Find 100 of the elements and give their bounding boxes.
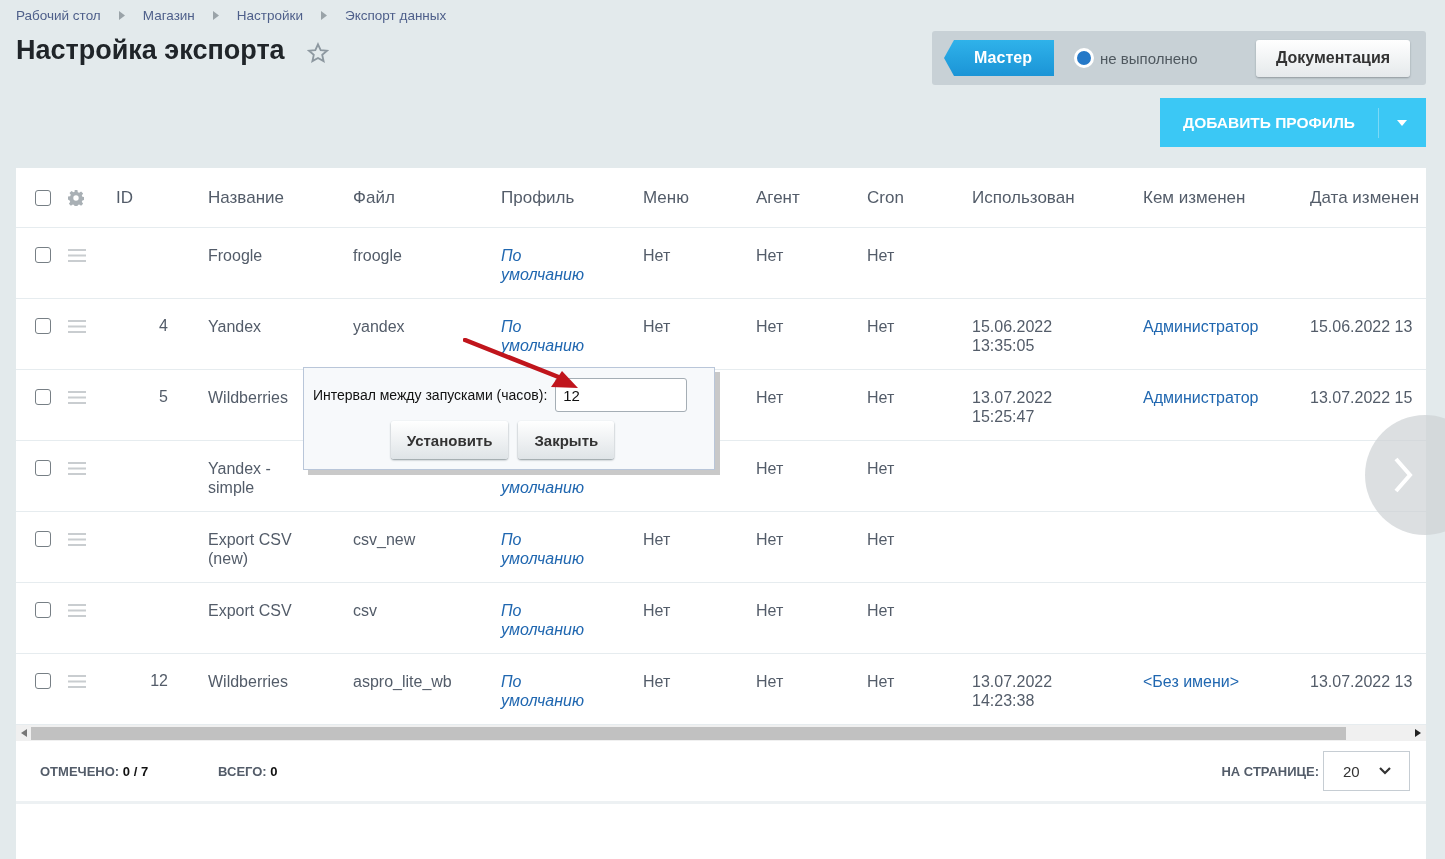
date-cell: 13.07.2022 13 — [1310, 673, 1413, 690]
table-cell: Нет — [867, 460, 895, 477]
column-header[interactable]: Профиль — [501, 187, 643, 208]
column-header[interactable]: Агент — [756, 187, 867, 208]
column-header[interactable]: Cron — [867, 187, 972, 208]
horizontal-scrollbar[interactable] — [16, 725, 1426, 741]
file-cell: aspro_lite_wb — [353, 673, 452, 690]
column-header[interactable]: Файл — [353, 187, 501, 208]
row-checkbox[interactable] — [35, 673, 51, 689]
menu-icon[interactable] — [68, 462, 86, 475]
breadcrumb-link[interactable]: Экспорт данных — [345, 8, 447, 23]
column-header[interactable]: Дата изменен — [1310, 187, 1426, 208]
breadcrumb-link[interactable]: Рабочий стол — [16, 8, 101, 23]
status-text: не выполнено — [1100, 49, 1198, 67]
table-cell: Нет — [867, 602, 895, 619]
chevron-right-icon — [1393, 457, 1413, 493]
row-checkbox[interactable] — [35, 460, 51, 476]
date-cell-text: 15.06.2022 13:35:05 — [972, 317, 1054, 355]
row-checkbox[interactable] — [35, 247, 51, 263]
profile-link[interactable]: По умолчанию — [501, 246, 593, 284]
close-button[interactable]: Закрыть — [518, 421, 615, 459]
row-checkbox[interactable] — [35, 389, 51, 405]
name-cell: Yandex — [208, 317, 262, 336]
chevron-down-icon — [1379, 767, 1391, 775]
name-cell: Wildberries — [208, 672, 288, 691]
interval-label: Интервал между запусками (часов): — [313, 387, 548, 403]
table-cell: Нет — [756, 247, 784, 264]
scroll-left-icon[interactable] — [21, 729, 27, 737]
table-cell: Нет — [756, 460, 784, 477]
menu-icon[interactable] — [68, 604, 86, 617]
table-cell: Нет — [643, 318, 671, 335]
table-cell: Нет — [756, 602, 784, 619]
page-title: Настройка экспорта — [16, 35, 285, 66]
table-cell: Нет — [867, 389, 895, 406]
date-cell-text: 13.07.2022 15:25:47 — [972, 388, 1054, 426]
file-cell: csv — [353, 602, 377, 619]
id-cell: 12 — [150, 672, 168, 689]
table-cell: Нет — [643, 673, 671, 690]
row-checkbox[interactable] — [35, 318, 51, 334]
table-cell: Нет — [867, 673, 895, 690]
profile-link[interactable]: По умолчанию — [501, 601, 593, 639]
name-cell-text: Yandex - simple — [208, 459, 272, 497]
table-cell: Нет — [756, 531, 784, 548]
table-cell: Нет — [756, 673, 784, 690]
total-count: ВСЕГО: 0 — [218, 763, 278, 779]
date-cell: 13.07.2022 15 — [1310, 389, 1413, 406]
set-button[interactable]: Установить — [390, 421, 509, 459]
breadcrumb-separator-icon — [118, 11, 125, 20]
documentation-button[interactable]: Документация — [1256, 39, 1410, 77]
table-cell: Нет — [643, 247, 671, 264]
file-cell: csv_new — [353, 531, 416, 548]
menu-icon[interactable] — [68, 249, 86, 262]
table-cell: Нет — [756, 318, 784, 335]
name-cell: Wildberries — [208, 388, 288, 407]
profile-link[interactable]: По умолчанию — [501, 530, 593, 568]
menu-icon[interactable] — [68, 391, 86, 404]
per-page-select[interactable]: 20 — [1323, 751, 1410, 791]
selected-count: ОТМЕЧЕНО: 0 / 7 — [40, 763, 149, 779]
file-cell: froogle — [353, 247, 402, 264]
table-cell: Нет — [867, 531, 895, 548]
user-link[interactable]: Администратор — [1143, 318, 1259, 335]
breadcrumb-link[interactable]: Магазин — [142, 8, 195, 23]
column-header[interactable]: Меню — [643, 187, 756, 208]
menu-icon[interactable] — [68, 675, 86, 688]
date-cell-text: 13.07.2022 14:23:38 — [972, 672, 1054, 710]
per-page-label: НА СТРАНИЦЕ: — [1221, 763, 1319, 779]
row-checkbox[interactable] — [35, 602, 51, 618]
select-all-checkbox[interactable] — [35, 189, 51, 206]
column-header[interactable]: Название — [208, 187, 353, 208]
profile-link[interactable]: умолчанию — [501, 478, 584, 497]
table-cell: Нет — [643, 602, 671, 619]
breadcrumb-separator-icon — [212, 11, 219, 20]
column-header[interactable]: ID — [108, 187, 168, 208]
column-header[interactable]: Использован — [972, 187, 1143, 208]
table-cell: Нет — [867, 247, 895, 264]
menu-icon[interactable] — [68, 533, 86, 546]
name-cell: Export CSV — [208, 601, 292, 620]
row-checkbox[interactable] — [35, 531, 51, 547]
file-cell: yandex — [353, 318, 405, 335]
profile-link[interactable]: По умолчанию — [501, 317, 593, 355]
table-cell: Нет — [756, 389, 784, 406]
name-cell: Froogle — [208, 246, 263, 265]
user-link[interactable]: <Без имени> — [1143, 673, 1240, 690]
breadcrumb-separator-icon — [321, 11, 328, 20]
id-cell: 4 — [159, 317, 168, 334]
status-radio-icon — [1074, 48, 1094, 68]
caret-icon[interactable] — [1397, 119, 1407, 126]
settings-icon[interactable] — [68, 189, 84, 206]
date-cell: 15.06.2022 13 — [1310, 318, 1413, 335]
table-cell: Нет — [867, 318, 895, 335]
name-cell-text: Export CSV (new) — [208, 530, 293, 568]
scroll-right-icon[interactable] — [1415, 729, 1421, 737]
breadcrumb-link[interactable]: Настройки — [236, 8, 304, 23]
column-header[interactable]: Кем изменен — [1143, 187, 1310, 208]
user-link[interactable]: Администратор — [1143, 389, 1259, 406]
profile-link[interactable]: По умолчанию — [501, 672, 593, 710]
interval-input[interactable]: 12 — [555, 378, 688, 412]
star-icon[interactable] — [306, 41, 329, 64]
menu-icon[interactable] — [68, 320, 86, 333]
id-cell: 5 — [159, 388, 168, 405]
